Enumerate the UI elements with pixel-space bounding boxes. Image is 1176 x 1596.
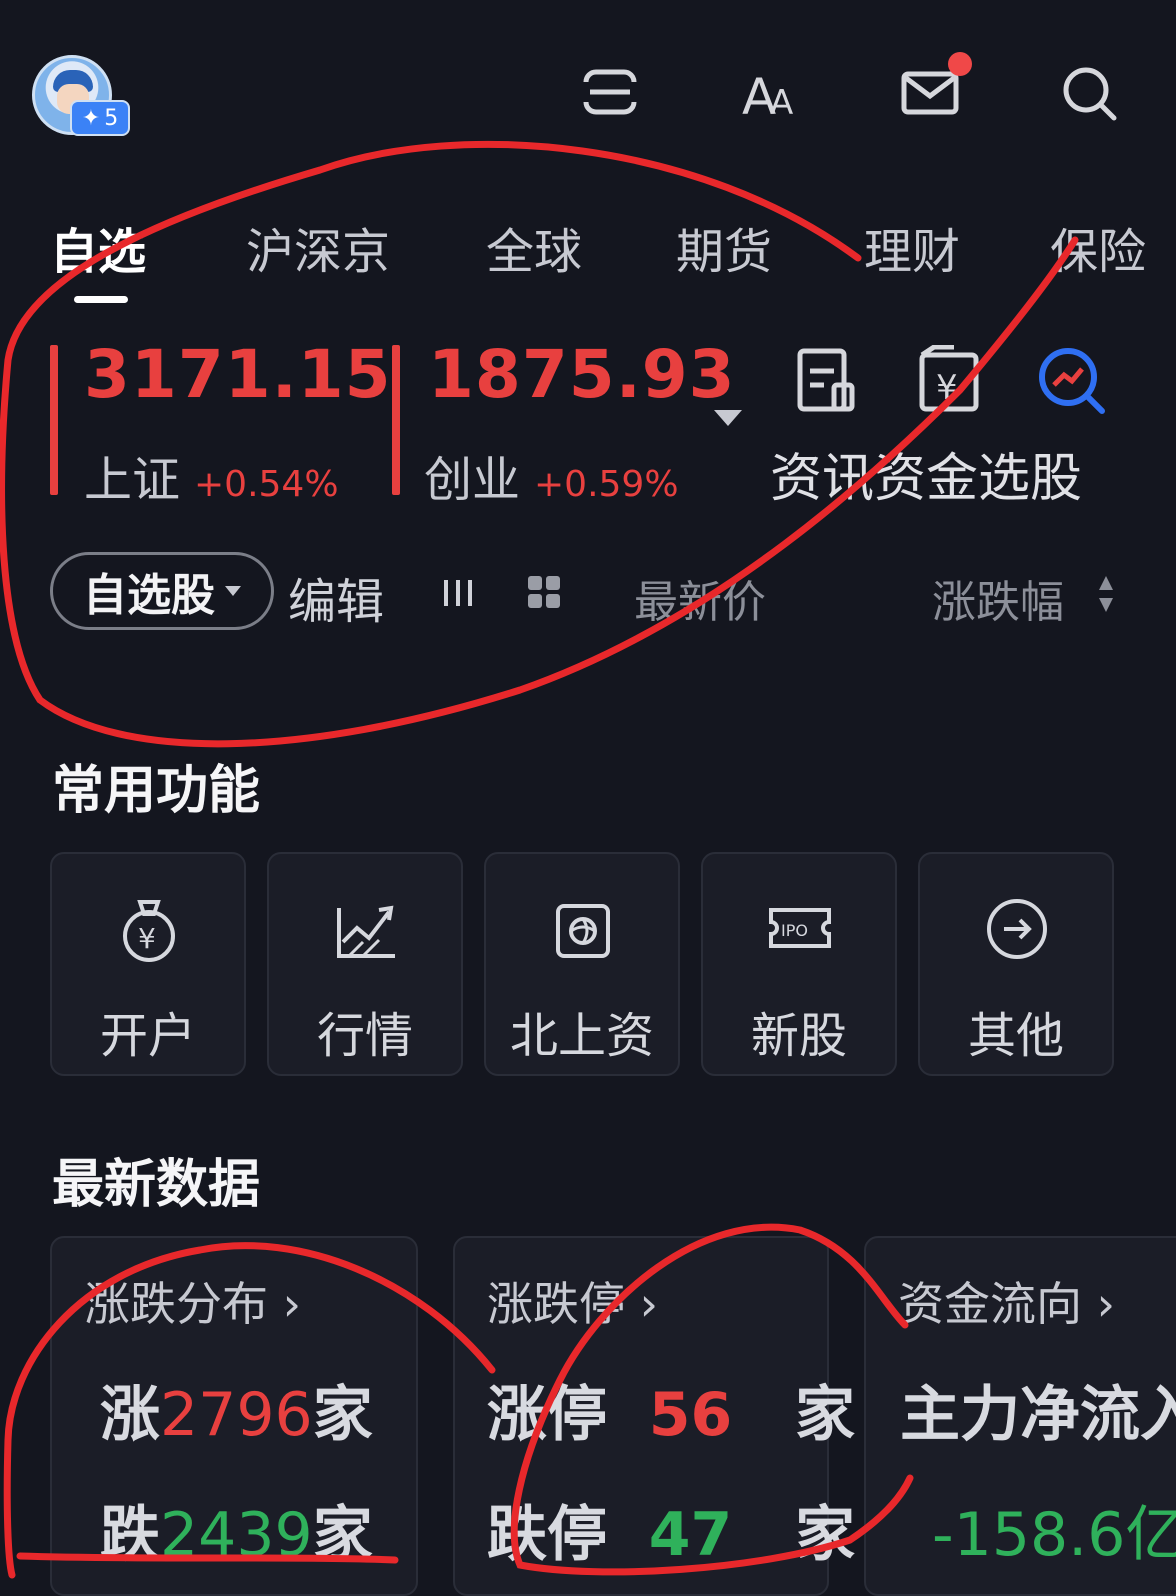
index-price-chinext[interactable]: 1875.93 [428,336,736,413]
chevron-down-icon [225,586,241,596]
scan-icon[interactable] [580,62,640,122]
limit-down-line: 跌停 47 家 [487,1500,855,1570]
section-title-common: 常用功能 [52,761,261,821]
picker-link[interactable]: 选股 [978,449,1082,509]
index-shanghai[interactable]: 上证 +0.54% [84,440,339,510]
feature-label: 新股 [750,1008,847,1064]
decliners-line: 跌2439家 [100,1500,373,1570]
edit-button[interactable]: 编辑 [288,562,384,632]
decliners-count: 2439 [160,1500,313,1570]
index-marker [50,345,58,495]
watchlist-group-label: 自选股 [83,570,215,621]
card-title: 涨跌分布 › [84,1277,302,1331]
column-latest-price[interactable]: 最新价 [634,566,766,630]
level-value: 5 [104,105,119,131]
funds-link[interactable]: 资金 [874,449,978,509]
tab-global[interactable]: 全球 [486,212,582,282]
star-icon: ✦ [81,105,101,131]
search-icon[interactable] [1060,62,1120,122]
card-title: 涨跌停 › [487,1277,659,1331]
card-up-down-distribution[interactable]: 涨跌分布 › 涨2796家 跌2439家 [50,1236,418,1596]
ipo-ticket-icon: IPO [769,908,831,948]
feature-other[interactable]: 其他 [918,852,1114,1076]
level-badge: ✦ 5 [70,100,130,136]
card-limit-up-down[interactable]: 涨跌停 › 涨停 56 家 跌停 47 家 [453,1236,855,1596]
index-name: 上证 [84,452,181,508]
watchlist-group-select[interactable]: 自选股 [50,552,274,630]
index-change: +0.59% [534,464,679,505]
feature-label: 开户 [99,1008,196,1064]
advancers-count: 2796 [160,1380,313,1450]
feature-label: 行情 [316,1008,413,1064]
svg-text:¥: ¥ [138,922,156,955]
feature-market[interactable]: 行情 [267,852,463,1076]
card-title: 资金流向 › [898,1277,1116,1331]
advancers-line: 涨2796家 [100,1380,373,1450]
feature-open-account[interactable]: ¥ 开户 [50,852,246,1076]
hk-connect-icon [556,904,610,958]
tab-insurance[interactable]: 保险 [1050,212,1146,282]
arrow-right-circle-icon [987,899,1047,959]
index-price-shanghai[interactable]: 3171.15 [84,336,392,413]
svg-text:A: A [770,83,793,122]
section-title-latest: 最新数据 [52,1155,261,1215]
tab-futures[interactable]: 期货 [676,212,772,282]
stock-picker-icon[interactable] [1036,345,1108,417]
feature-label: 其他 [967,1008,1064,1064]
font-size-icon[interactable]: A A [740,62,800,122]
index-marker [392,345,400,495]
index-chinext[interactable]: 创业 +0.59% [424,440,679,510]
limit-down-count: 47 [648,1500,733,1570]
news-link[interactable]: 资讯 [770,449,874,509]
feature-ipo[interactable]: IPO 新股 [701,852,897,1076]
tab-wealth[interactable]: 理财 [864,212,960,282]
tab-hs-bj[interactable]: 沪深京 [246,212,390,282]
tab-watchlist[interactable]: 自选 [50,212,146,282]
trend-chart-icon [337,905,395,958]
list-view-icon[interactable] [440,576,476,610]
money-bag-icon: ¥ [123,900,175,962]
limit-up-line: 涨停 56 家 [487,1380,855,1450]
grid-view-icon[interactable] [526,574,562,610]
column-change-pct[interactable]: 涨跌幅 [932,566,1064,630]
index-name: 创业 [424,452,521,508]
news-icon[interactable] [790,345,862,417]
svg-text:¥: ¥ [936,368,958,408]
index-change: +0.54% [194,464,339,505]
main-net-inflow-label: 主力净流入 [900,1380,1176,1450]
funds-icon[interactable]: ¥ [914,345,986,417]
card-fund-flow[interactable]: 资金流向 › 主力净流入 -158.6亿 [864,1236,1176,1596]
expand-indices-icon[interactable] [714,410,742,426]
main-net-inflow-value: -158.6亿 [932,1500,1176,1570]
svg-text:IPO: IPO [781,921,808,940]
sort-icon[interactable] [1098,574,1114,614]
unread-dot [948,52,972,76]
quick-links: 资讯资金选股 [770,436,1082,511]
feature-label: 北上资 [509,1008,654,1064]
tab-active-indicator [74,296,128,303]
limit-up-count: 56 [648,1380,733,1450]
feature-northbound[interactable]: 北上资 [484,852,680,1076]
